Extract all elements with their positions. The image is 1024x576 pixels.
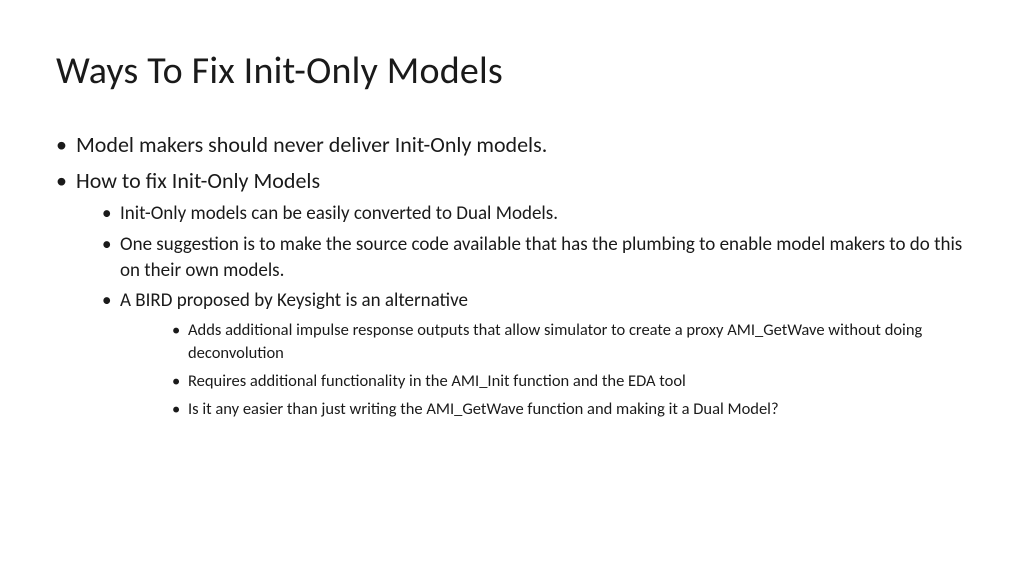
sub-list: Init-Only models can be easily converted…: [76, 201, 968, 421]
list-item: A BIRD proposed by Keysight is an altern…: [76, 288, 968, 421]
bullet-text: Is it any easier than just writing the A…: [188, 399, 779, 419]
sub-sub-list: Adds additional impulse response outputs…: [120, 319, 968, 421]
list-item: Model makers should never deliver Init-O…: [56, 130, 968, 160]
bullet-text: How to fix Init-Only Models: [76, 167, 320, 194]
list-item: How to fix Init-Only Models Init-Only mo…: [56, 166, 968, 422]
bullet-text: Adds additional impulse response outputs…: [188, 320, 922, 363]
bullet-text: One suggestion is to make the source cod…: [120, 233, 962, 282]
slide-title: Ways To Fix Init-Only Models: [56, 48, 968, 94]
bullet-list: Model makers should never deliver Init-O…: [56, 130, 968, 421]
bullet-text: Init-Only models can be easily converted…: [120, 202, 558, 225]
bullet-text: Requires additional functionality in the…: [188, 371, 686, 391]
list-item: One suggestion is to make the source cod…: [76, 232, 968, 283]
bullet-text: Model makers should never deliver Init-O…: [76, 131, 547, 158]
list-item: Requires additional functionality in the…: [120, 370, 968, 393]
list-item: Init-Only models can be easily converted…: [76, 201, 968, 227]
bullet-text: A BIRD proposed by Keysight is an altern…: [120, 289, 468, 312]
list-item: Adds additional impulse response outputs…: [120, 319, 968, 365]
list-item: Is it any easier than just writing the A…: [120, 398, 968, 421]
